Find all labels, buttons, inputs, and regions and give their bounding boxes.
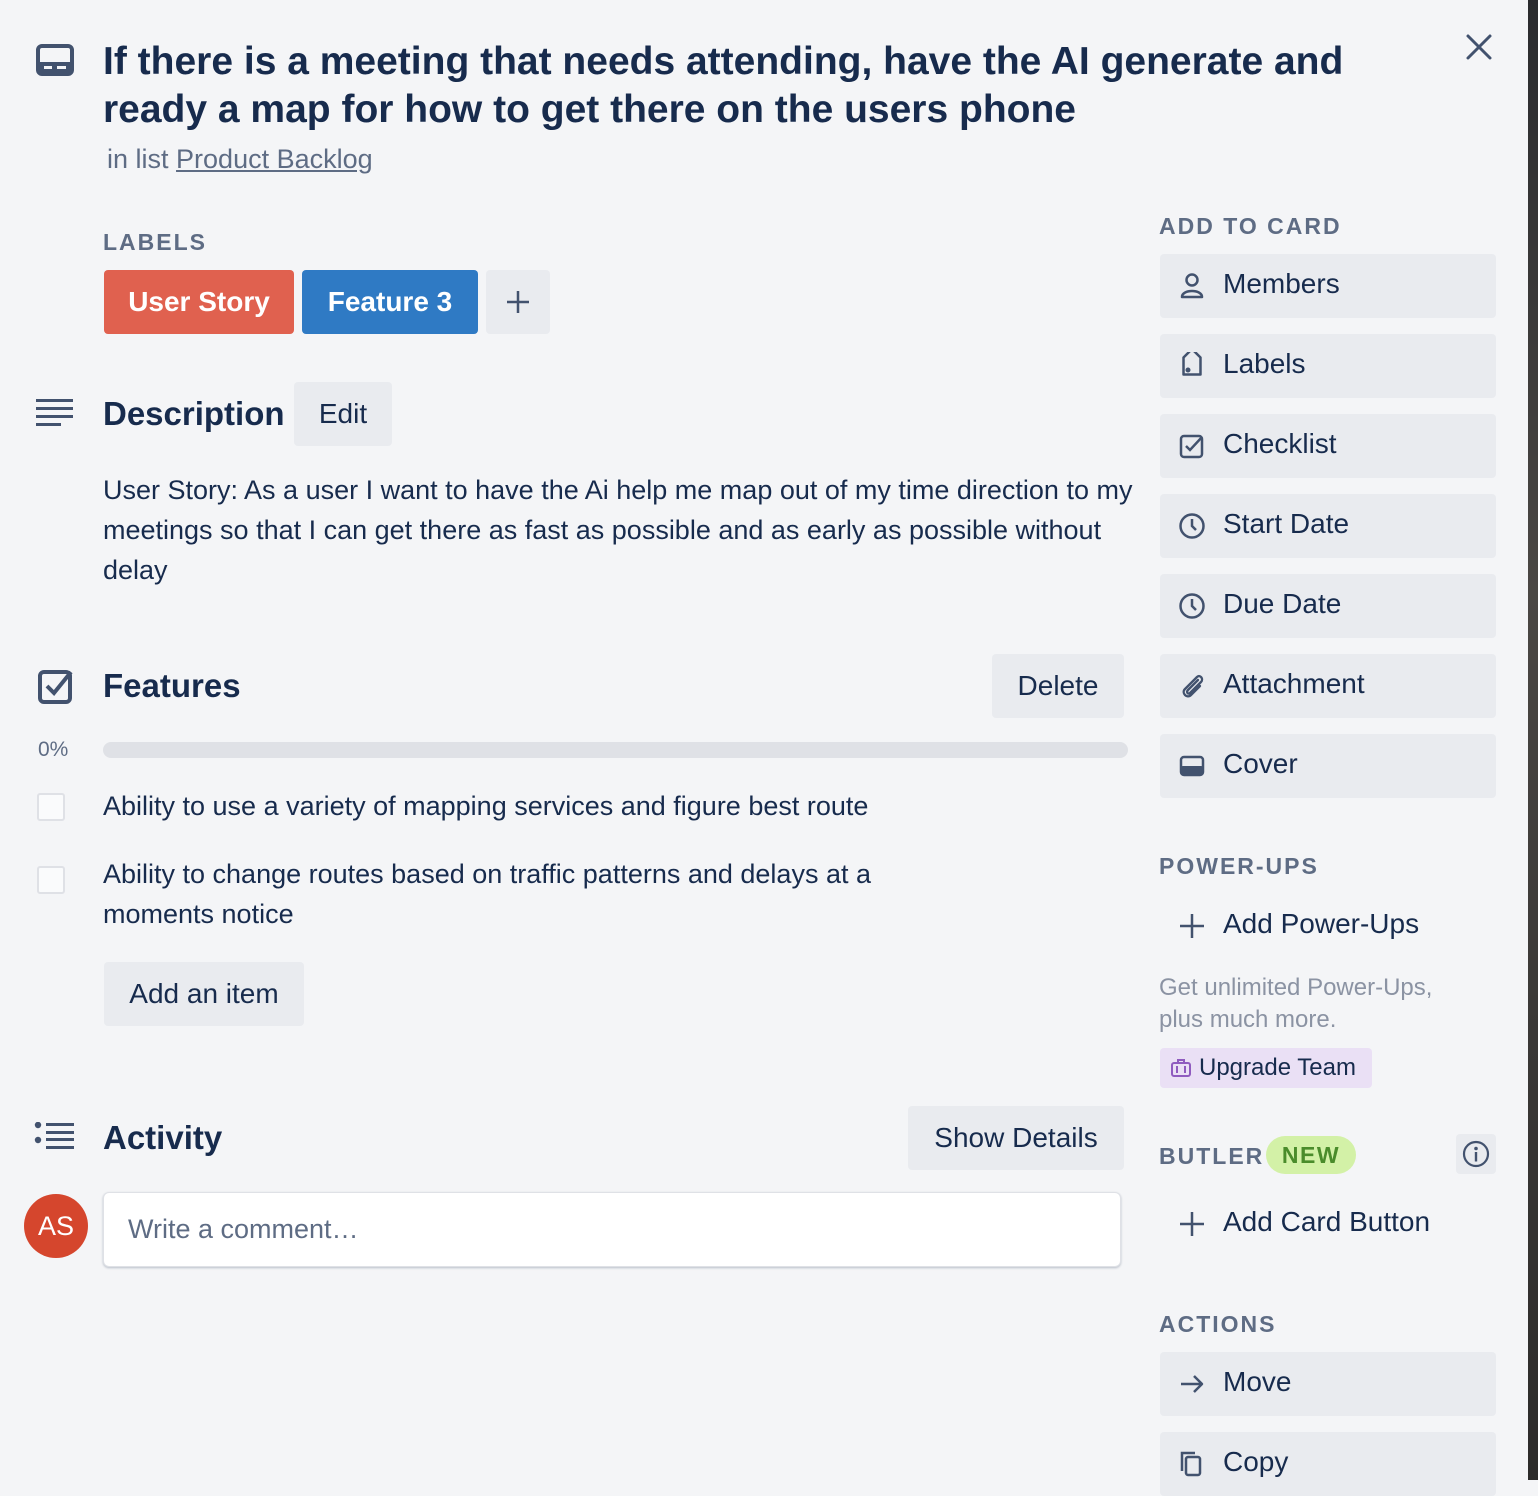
label-user-story[interactable]: User Story [104,270,294,334]
members-button[interactable]: Members [1160,254,1496,318]
add-label-button[interactable] [486,270,550,334]
background-edge [1528,0,1538,1480]
add-powerups-button[interactable]: Add Power-Ups [1160,894,1496,958]
card-title[interactable]: If there is a meeting that needs attendi… [103,38,1363,134]
clock-icon [1179,593,1205,619]
due-date-label: Due Date [1223,588,1342,619]
briefcase-icon [1171,1059,1191,1077]
cover-button[interactable]: Cover [1160,734,1496,798]
start-date-button[interactable]: Start Date [1160,494,1496,558]
checklist-icon [38,670,73,704]
description-text[interactable]: User Story: As a user I want to have the… [103,470,1133,590]
labels-heading: LABELS [103,229,207,255]
move-button[interactable]: Move [1160,1352,1496,1416]
comment-input[interactable] [103,1192,1121,1267]
plus-icon [1180,1212,1204,1236]
attachment-label: Attachment [1223,668,1365,699]
attachment-button[interactable]: Attachment [1160,654,1496,718]
arrow-right-icon [1181,1375,1204,1393]
labels-label: Labels [1223,348,1306,379]
plus-icon [1180,914,1204,938]
close-button[interactable] [1452,20,1506,74]
description-heading: Description [103,395,285,432]
powerups-heading: POWER-UPS [1159,853,1319,879]
add-powerups-label: Add Power-Ups [1223,908,1420,939]
person-icon [1180,273,1204,299]
activity-title: Activity [103,1119,223,1156]
edit-description-button[interactable]: Edit [294,382,392,446]
add-to-card-heading: ADD TO CARD [1159,213,1342,239]
members-label: Members [1223,268,1340,299]
activity-icon [34,1122,74,1149]
in-list-prefix: in list [107,144,169,174]
progress-percent: 0% [38,738,69,761]
avatar[interactable]: AS [24,1194,88,1258]
start-date-label: Start Date [1223,508,1350,539]
actions-heading: ACTIONS [1159,1311,1277,1337]
paperclip-icon [1182,674,1204,698]
butler-heading: BUTLER [1159,1143,1265,1169]
cover-label: Cover [1223,748,1298,779]
add-card-button-label: Add Card Button [1223,1206,1431,1237]
tag-icon [1182,352,1202,376]
labels-button[interactable]: Labels [1160,334,1496,398]
list-link[interactable]: Product Backlog [176,144,373,174]
powerups-upsell-text: Get unlimited Power-Ups, plus much more. [1159,974,1433,1033]
copy-icon [1180,1451,1202,1477]
checkbox-icon [1179,434,1204,459]
move-label: Move [1223,1366,1292,1397]
checklist-item-checkbox[interactable] [37,793,65,821]
copy-button[interactable]: Copy [1160,1432,1496,1496]
delete-checklist-button[interactable]: Delete [992,654,1124,718]
upgrade-team-label: Upgrade Team [1199,1054,1356,1081]
checklist-item-text[interactable]: Ability to use a variety of mapping serv… [103,786,1003,826]
checklist-label: Checklist [1223,428,1337,459]
clock-icon [1179,513,1205,539]
butler-info-button[interactable] [1456,1134,1496,1174]
copy-label: Copy [1223,1446,1289,1477]
checklist-button[interactable]: Checklist [1160,414,1496,478]
add-card-button-button[interactable]: Add Card Button [1160,1192,1496,1256]
new-badge: NEW [1266,1136,1356,1174]
card-cover-icon [1179,755,1205,777]
plus-icon [507,291,529,313]
info-icon [1462,1140,1490,1168]
upgrade-team-button[interactable]: Upgrade Team [1160,1048,1372,1088]
checklist-item-checkbox[interactable] [37,866,65,894]
checklist-title[interactable]: Features [103,667,241,705]
close-icon [1466,34,1492,60]
description-icon [36,399,73,426]
show-details-button[interactable]: Show Details [908,1106,1124,1170]
due-date-button[interactable]: Due Date [1160,574,1496,638]
label-feature-3[interactable]: Feature 3 [302,270,478,334]
add-checklist-item-button[interactable]: Add an item [104,962,304,1026]
progress-bar [103,742,1128,758]
in-list-text: in list Product Backlog [107,144,373,175]
checklist-item-text[interactable]: Ability to change routes based on traffi… [103,854,983,934]
card-icon [36,44,74,76]
